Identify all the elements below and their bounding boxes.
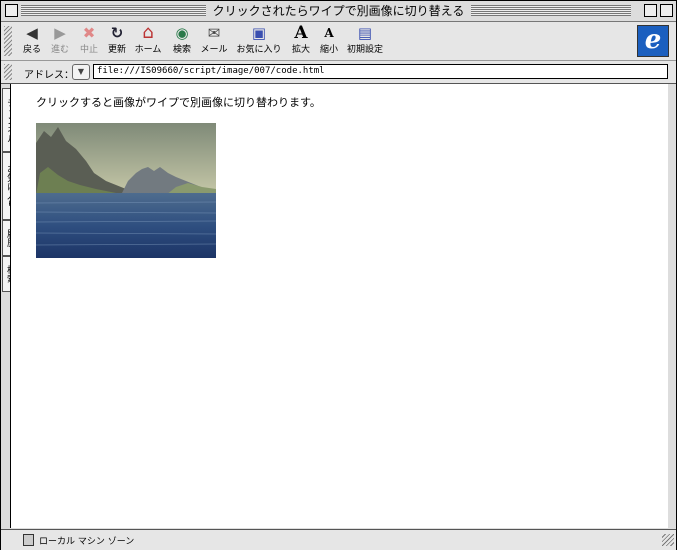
address-grip[interactable] [4,64,12,80]
status-bar: ローカル マシン ゾーン [1,529,676,550]
favorites-label: お気に入り [236,45,282,55]
refresh-icon: ↻ [110,24,124,42]
shrink-font-button[interactable]: A 縮小 [317,24,341,55]
favorites-icon: ▣ [251,24,267,42]
wipe-image[interactable] [36,123,216,258]
stop-label: 中止 [79,45,98,55]
address-dropdown-button[interactable]: ▼ [72,64,90,80]
address-bar: アドレス： ▼ file:///IS09660/script/image/007… [1,61,676,84]
ie-logo-icon[interactable]: e [637,25,669,57]
back-arrow-icon: ◀ [26,24,38,42]
preferences-button[interactable]: ▤ 初期設定 [345,24,385,55]
shrink-font-icon: A [324,26,334,40]
security-zone-text: ローカル マシン ゾーン [39,537,135,547]
page-content: クリックすると画像がワイプで別画像に切り替わります。 [10,84,669,528]
forward-button[interactable]: ▶ 進む [47,24,73,55]
home-label: ホーム [134,45,162,55]
zone-icon [23,534,34,546]
window-title: クリックされたらワイプで別画像に切り替える [206,3,471,19]
instruction-text: クリックすると画像がワイプで別画像に切り替わります。 [36,96,321,109]
mail-button[interactable]: ✉ メール [198,24,230,55]
back-label: 戻る [22,45,41,55]
chevron-down-icon: ▼ [77,67,85,76]
browser-window: クリックされたらワイプで別画像に切り替える ◀ 戻る ▶ 進む ✖ 中止 ↻ 更… [0,0,677,550]
preferences-icon: ▤ [357,24,373,42]
search-label: 検索 [172,45,191,55]
search-button[interactable]: ◉ 検索 [168,24,196,55]
zoom-box[interactable] [644,4,657,17]
mail-icon: ✉ [207,24,221,42]
back-button[interactable]: ◀ 戻る [19,24,45,55]
address-input[interactable]: file:///IS09660/script/image/007/code.ht… [93,64,668,79]
collapse-box[interactable] [660,4,673,17]
home-icon: ⌂ [142,22,154,43]
home-button[interactable]: ⌂ ホーム [132,22,164,56]
shrink-font-label: 縮小 [319,45,338,55]
refresh-label: 更新 [107,45,126,55]
landscape-image [36,123,216,258]
enlarge-font-label: 拡大 [291,45,310,55]
stop-button[interactable]: ✖ 中止 [75,24,103,55]
toolbar-grip[interactable] [4,26,12,56]
forward-label: 進む [50,45,69,55]
preferences-label: 初期設定 [346,45,383,55]
refresh-button[interactable]: ↻ 更新 [104,24,130,55]
vertical-scrollbar[interactable] [668,84,676,528]
enlarge-font-icon: A [294,23,308,43]
search-icon: ◉ [175,24,189,42]
close-box[interactable] [5,4,18,17]
favorites-button[interactable]: ▣ お気に入り [235,24,283,55]
mail-label: メール [200,45,228,55]
address-label: アドレス： [24,70,74,81]
forward-arrow-icon: ▶ [54,24,66,42]
toolbar: ◀ 戻る ▶ 進む ✖ 中止 ↻ 更新 ⌂ ホーム ◉ 検索 ✉ メール ▣ お [1,22,676,61]
stop-icon: ✖ [82,24,96,42]
explorer-tabs: チャンネル お気に入り 履歴 検索 [1,84,17,528]
title-bar[interactable]: クリックされたらワイプで別画像に切り替える [1,1,676,22]
enlarge-font-button[interactable]: A 拡大 [289,24,313,55]
resize-handle[interactable] [662,534,674,546]
